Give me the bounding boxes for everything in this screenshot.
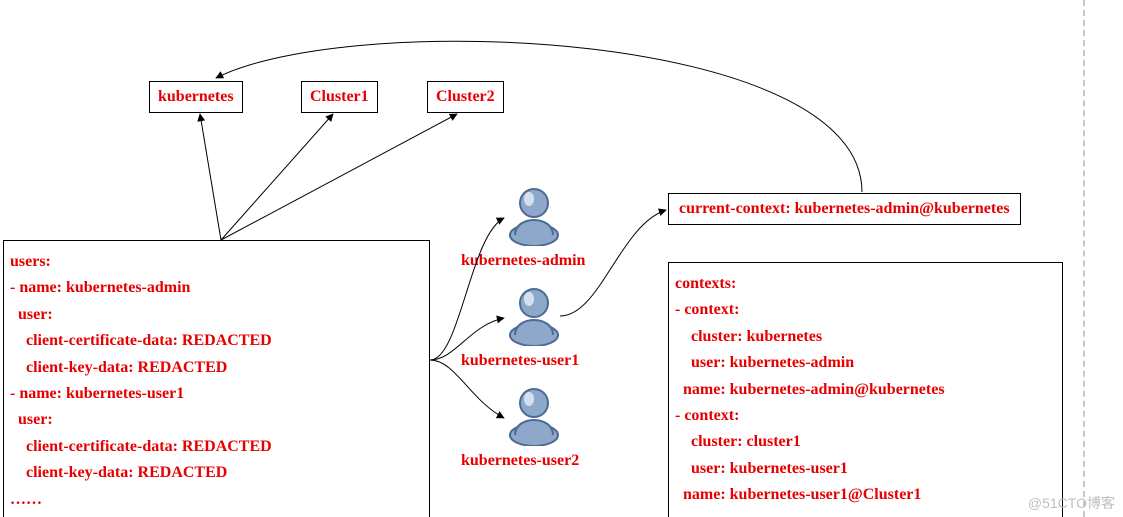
watermark: @51CTO博客: [1020, 489, 1123, 517]
user-icon-admin: [506, 186, 562, 246]
current-context-box: current-context: kubernetes-admin@kubern…: [668, 193, 1021, 225]
cluster-1: Cluster1: [301, 81, 378, 113]
watermark-text: @51CTO博客: [1028, 495, 1115, 511]
vertical-dashed-guide: [1083, 0, 1085, 517]
cluster-2: Cluster2: [427, 81, 504, 113]
user-label-admin: kubernetes-admin: [461, 252, 585, 270]
users-yaml-text: users: - name: kubernetes-admin user: cl…: [10, 253, 272, 508]
users-yaml-box: users: - name: kubernetes-admin user: cl…: [3, 240, 430, 517]
cluster-kubernetes: kubernetes: [149, 81, 243, 113]
cluster-label: Cluster2: [436, 88, 495, 105]
cluster-label: Cluster1: [310, 88, 369, 105]
contexts-yaml-box: contexts: - context: cluster: kubernetes…: [668, 262, 1063, 517]
cluster-label: kubernetes: [158, 88, 234, 105]
user-label-user2: kubernetes-user2: [461, 452, 579, 470]
user-icon-user1: [506, 286, 562, 346]
user-icon-user2: [506, 386, 562, 446]
user-label-user1: kubernetes-user1: [461, 352, 579, 370]
current-context-text: current-context: kubernetes-admin@kubern…: [679, 200, 1010, 217]
contexts-yaml-text: contexts: - context: cluster: kubernetes…: [675, 275, 945, 503]
